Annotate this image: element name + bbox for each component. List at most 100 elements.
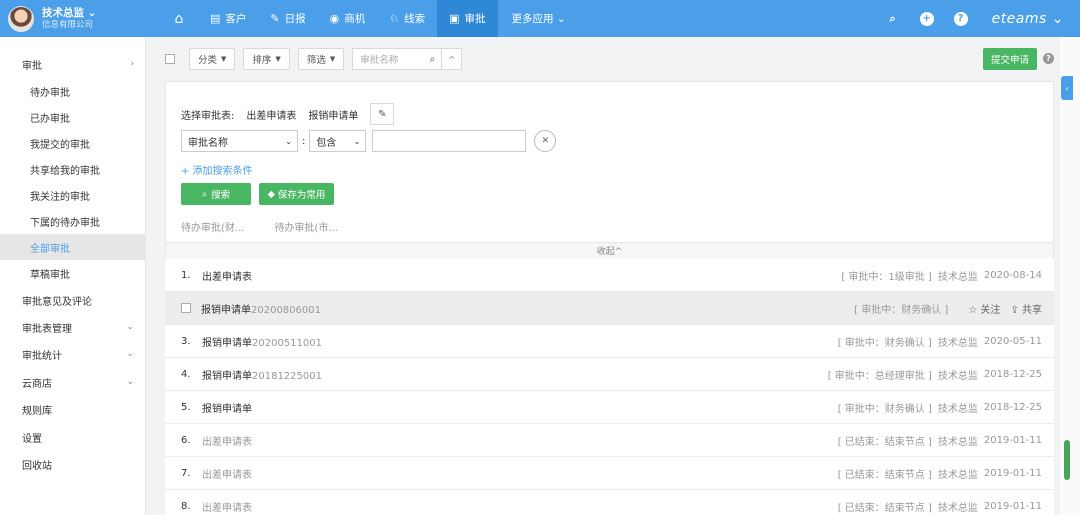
field-select[interactable]: 审批名称 ⌄: [181, 130, 298, 152]
item-date: 2019-01-11: [983, 500, 1042, 512]
item-title[interactable]: 报销申请单20200806001: [201, 301, 321, 316]
chevron-left-icon[interactable]: ‹: [1061, 76, 1073, 100]
item-title[interactable]: 出差申请表: [202, 466, 252, 481]
item-date: 2019-01-11: [983, 467, 1042, 479]
list-item[interactable]: 7. 出差申请表 [ 已结束：结束节点 ] 技术总监 2019-01-11: [165, 457, 1054, 490]
help-icon[interactable]: ?: [953, 11, 968, 26]
home-icon[interactable]: ⌂: [160, 0, 198, 37]
nav-more-apps[interactable]: 更多应用 ⌄: [498, 0, 580, 37]
add-icon[interactable]: +: [919, 11, 934, 26]
sidebar-item-submitted[interactable]: 我提交的审批: [0, 130, 146, 156]
sidebar-item-shared[interactable]: 共享给我的审批: [0, 156, 146, 182]
sidebar-item-comments[interactable]: 审批意见及评论: [0, 287, 146, 313]
status-badge: [ 已结束：结束节点 ]: [837, 436, 932, 448]
item-title[interactable]: 出差申请表: [202, 499, 252, 514]
nav-leads[interactable]: ♘ 线索: [377, 0, 437, 37]
caret-down-icon: ▼: [275, 55, 281, 63]
avatar[interactable]: [8, 5, 34, 32]
caret-down-icon: ▼: [221, 55, 227, 63]
status-badge: [ 审批中：财务确认 ]: [854, 304, 949, 316]
list-item[interactable]: 1. 出差申请表 [ 审批中：1级审批 ] 技术总监 2020-08-14: [165, 259, 1054, 292]
item-author: 技术总监: [937, 469, 978, 481]
search-button[interactable]: ⌕ 搜索: [181, 183, 251, 205]
list-item[interactable]: 6. 出差申请表 [ 已结束：结束节点 ] 技术总监 2019-01-11: [165, 424, 1054, 457]
share-button[interactable]: ⇪ 共享: [1010, 301, 1042, 316]
follow-button[interactable]: ☆ 关注: [968, 301, 1000, 316]
help-icon[interactable]: ?: [1043, 53, 1054, 64]
sidebar-item-drafts[interactable]: 草稿审批: [0, 260, 146, 286]
company-name: 信息有限公司: [42, 19, 94, 30]
item-author: 技术总监: [937, 271, 978, 283]
submit-application-button[interactable]: 提交申请: [983, 48, 1037, 70]
saved-filter[interactable]: 待办审批(财...: [181, 219, 244, 234]
sidebar-item-done[interactable]: 已办审批: [0, 104, 146, 130]
condition-value-input[interactable]: [372, 130, 527, 152]
user-menu[interactable]: 技术总监 ⌄ 信息有限公司: [0, 0, 160, 37]
list-item[interactable]: 3. 报销申请单20200511001 [ 审批中：财务确认 ] 技术总监 2020…: [165, 325, 1054, 358]
status-badge: [ 已结束：结束节点 ]: [837, 502, 932, 514]
item-title[interactable]: 报销申请单20200511001: [202, 334, 322, 349]
nav-daily-report[interactable]: ✎ 日报: [258, 0, 317, 37]
form-tag[interactable]: 报销申请单: [308, 107, 358, 122]
tag-icon: ◆: [267, 188, 275, 200]
item-title[interactable]: 报销申请单20181225001: [202, 367, 322, 382]
item-date: 2020-05-11: [983, 335, 1042, 347]
selected-forms: 选择审批表: 出差申请表 报销申请单 ✎: [181, 103, 395, 125]
item-title[interactable]: 出差申请表: [202, 268, 252, 283]
collapse-toggle[interactable]: 收起^: [166, 242, 1053, 258]
item-title[interactable]: 出差申请表: [202, 433, 252, 448]
filter-dropdown[interactable]: 筛选 ▼: [297, 48, 345, 70]
chevron-up-icon[interactable]: ^: [442, 48, 463, 70]
form-tag[interactable]: 出差申请表: [246, 107, 296, 122]
nav-customers[interactable]: ▤ 客户: [198, 0, 258, 37]
nav-approval[interactable]: ▣ 审批: [437, 0, 498, 37]
close-icon[interactable]: ✕: [534, 130, 557, 152]
brand-logo[interactable]: eteams ⌄: [992, 11, 1064, 27]
chevron-down-icon: ⌄: [126, 377, 134, 387]
sidebar-item-cloud-store[interactable]: 云商店 ⌄: [0, 369, 146, 395]
sidebar-item-followed[interactable]: 我关注的审批: [0, 182, 146, 208]
sidebar-item-pending[interactable]: 待办审批: [0, 78, 146, 104]
sidebar-item-statistics[interactable]: 审批统计 ⌄: [0, 341, 146, 367]
select-all-checkbox[interactable]: [165, 54, 175, 64]
sidebar-item-rules[interactable]: 规则库: [0, 396, 146, 422]
add-search-condition-link[interactable]: + 添加搜索条件: [181, 162, 253, 177]
contacts-icon: ▤: [210, 12, 221, 25]
sidebar-item-all[interactable]: 全部审批: [0, 234, 146, 260]
list-item[interactable]: 报销申请单20200806001 [ 审批中：财务确认 ] ☆ 关注 ⇪ 共享: [165, 292, 1054, 325]
pencil-icon[interactable]: ✎: [370, 103, 395, 125]
status-badge: [ 审批中：1级审批 ]: [841, 271, 932, 283]
item-author: 技术总监: [937, 502, 978, 514]
user-name[interactable]: 技术总监 ⌄: [42, 7, 96, 19]
item-author: 技术总监: [937, 337, 978, 349]
sidebar-item-subordinate[interactable]: 下属的待办审批: [0, 208, 146, 234]
sort-dropdown[interactable]: 排序 ▼: [243, 48, 290, 70]
search-input[interactable]: 审批名称 ⌕: [352, 48, 443, 70]
list-item[interactable]: 8. 出差申请表 [ 已结束：结束节点 ] 技术总监 2019-01-11: [165, 490, 1054, 515]
search-icon[interactable]: ⌕: [886, 12, 900, 26]
scrollbar[interactable]: [1064, 440, 1070, 480]
sidebar-item-form-management[interactable]: 审批表管理 ⌄: [0, 314, 146, 340]
operator-select[interactable]: 包含 ⌄: [309, 130, 367, 152]
category-dropdown[interactable]: 分类 ▼: [189, 48, 236, 70]
sidebar-item-approval[interactable]: 审批 ›: [0, 51, 146, 77]
list-item[interactable]: 5. 报销申请单 [ 审批中：财务确认 ] 技术总监 2018-12-25: [165, 391, 1054, 424]
select-form-label: 选择审批表:: [181, 110, 235, 122]
item-date: 2018-12-25: [983, 401, 1042, 413]
saved-filter[interactable]: 待办审批(市...: [274, 219, 337, 234]
search-icon[interactable]: ⌕: [430, 54, 436, 65]
chevron-down-icon: ⌄: [126, 349, 134, 359]
nav-opportunity[interactable]: ◉ 商机: [318, 0, 378, 37]
status-badge: [ 审批中：财务确认 ]: [837, 337, 932, 349]
row-checkbox[interactable]: [181, 303, 191, 313]
list-item[interactable]: 4. 报销申请单20181225001 [ 审批中：总经理审批 ] 技术总监 201…: [165, 358, 1054, 391]
sidebar: 审批 › 待办审批 已办审批 我提交的审批 共享给我的审批 我关注的审批 下属的待…: [0, 37, 146, 515]
item-date: 2020-08-14: [983, 269, 1042, 281]
sidebar-item-recycle-bin[interactable]: 回收站: [0, 451, 146, 477]
item-title[interactable]: 报销申请单: [202, 400, 252, 415]
save-as-common-button[interactable]: ◆ 保存为常用: [259, 183, 334, 205]
sidebar-item-settings[interactable]: 设置: [0, 424, 146, 450]
saved-filters: 待办审批(财... 待办审批(市...: [181, 219, 368, 234]
filter-panel: 选择审批表: 出差申请表 报销申请单 ✎ 审批名称 ⌄ : 包含 ⌄ ✕ + 添加搜…: [165, 81, 1054, 274]
lead-icon: ♘: [389, 12, 400, 25]
